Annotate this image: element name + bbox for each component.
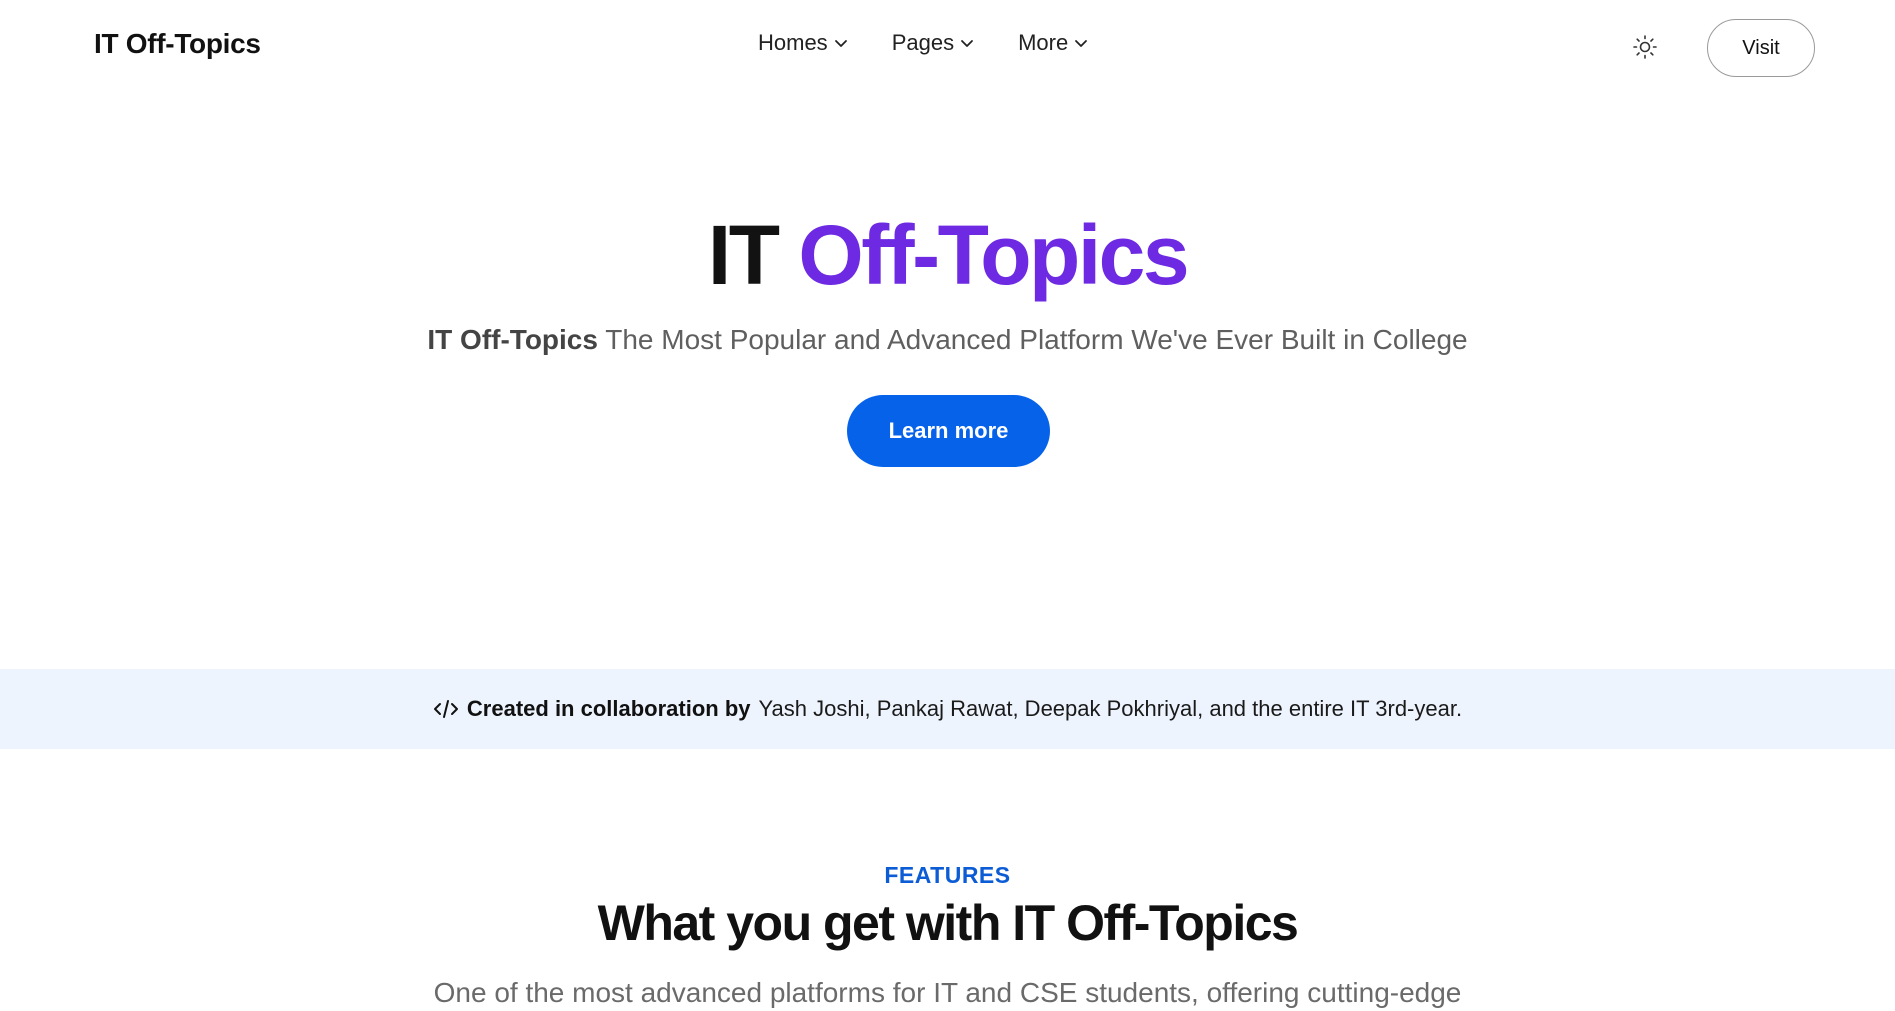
- nav-item-more[interactable]: More: [1018, 30, 1088, 56]
- sun-icon: [1633, 35, 1657, 59]
- features-title: What you get with IT Off-Topics: [597, 895, 1299, 951]
- theme-toggle-button[interactable]: [1632, 34, 1658, 60]
- navbar: IT Off-Topics Homes Pages More Visit: [0, 0, 1895, 96]
- collaboration-banner: Created in collaboration by Yash Joshi, …: [0, 669, 1895, 749]
- hero-subtitle-text: The Most Popular and Advanced Platform W…: [605, 324, 1468, 355]
- features-eyebrow: FEATURES: [884, 862, 1011, 888]
- hero-subtitle: IT Off-Topics The Most Popular and Advan…: [0, 322, 1895, 358]
- code-icon: [433, 700, 458, 718]
- learn-more-button[interactable]: Learn more: [847, 395, 1050, 467]
- visit-button[interactable]: Visit: [1707, 19, 1815, 77]
- chevron-down-icon: [1075, 40, 1088, 47]
- hero-title: IT Off-Topics: [0, 205, 1895, 305]
- hero-title-accent: Off-Topics: [798, 208, 1189, 302]
- nav-item-homes[interactable]: Homes: [758, 30, 848, 56]
- hero-title-plain: IT: [707, 208, 780, 302]
- chevron-down-icon: [961, 40, 973, 47]
- brand-logo-text[interactable]: IT Off-Topics: [94, 28, 261, 60]
- chevron-down-icon: [834, 40, 847, 47]
- collaboration-names: Yash Joshi, Pankaj Rawat, Deepak Pokhriy…: [758, 696, 1463, 721]
- hero-subtitle-brand: IT Off-Topics: [427, 324, 598, 355]
- collaboration-label: Created in collaboration by: [466, 696, 751, 721]
- nav-menu: Homes Pages More: [758, 30, 1088, 56]
- features-description: One of the most advanced platforms for I…: [433, 977, 1462, 1008]
- nav-item-pages[interactable]: Pages: [892, 30, 974, 56]
- nav-item-label: Homes: [758, 30, 828, 55]
- nav-item-label: More: [1018, 30, 1069, 55]
- nav-item-label: Pages: [891, 30, 955, 55]
